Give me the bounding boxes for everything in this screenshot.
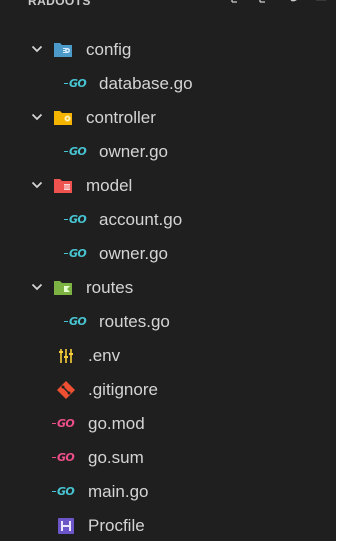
go-file-icon: GO bbox=[64, 312, 94, 332]
folder-config-label: config bbox=[86, 40, 132, 59]
file-label-account-go: account.go bbox=[99, 210, 183, 229]
file-label-routes-go: routes.go bbox=[99, 312, 170, 331]
file-account-go[interactable]: GO account.go bbox=[0, 203, 336, 237]
file-label-procfile: Procfile bbox=[88, 516, 145, 535]
explorer-header: RADOOTS bbox=[0, 0, 336, 13]
git-icon bbox=[57, 381, 75, 399]
file-go-sum[interactable]: GO go.sum bbox=[0, 441, 336, 475]
chevron-down-icon[interactable] bbox=[30, 110, 44, 124]
folder-controller-label: controller bbox=[86, 108, 156, 127]
file-label-database-go: database.go bbox=[99, 74, 193, 93]
file-procfile[interactable]: Procfile bbox=[0, 509, 336, 541]
window-edge bbox=[336, 0, 344, 541]
file-label-main-go: main.go bbox=[88, 482, 149, 501]
folder-routes-label: routes bbox=[86, 278, 134, 297]
file-routes-go[interactable]: GO routes.go bbox=[0, 305, 336, 339]
explorer-section-title: RADOOTS bbox=[28, 0, 91, 8]
folder-routes-icon bbox=[54, 281, 72, 295]
chevron-down-icon[interactable] bbox=[30, 280, 44, 294]
file-owner-go-controller[interactable]: GO owner.go bbox=[0, 135, 336, 169]
procfile-icon bbox=[58, 518, 74, 534]
new-file-icon[interactable] bbox=[230, 0, 244, 3]
go-file-icon: GO bbox=[52, 482, 80, 502]
explorer-actions bbox=[230, 0, 328, 3]
go-sum-icon: GO bbox=[52, 448, 80, 468]
file-go-mod[interactable]: GO go.mod bbox=[0, 407, 336, 441]
file-main-go[interactable]: GO main.go bbox=[0, 475, 336, 509]
folder-controller[interactable]: controller bbox=[0, 101, 336, 135]
go-file-icon: GO bbox=[64, 142, 94, 162]
file-label-gitignore: .gitignore bbox=[88, 380, 158, 399]
collapse-icon[interactable] bbox=[314, 0, 328, 3]
folder-model-label: model bbox=[86, 176, 133, 195]
file-database-go[interactable]: GO database.go bbox=[0, 67, 336, 101]
file-tree: config GO database.go controller GO owne… bbox=[0, 33, 336, 541]
file-label-owner-go: owner.go bbox=[99, 244, 168, 263]
file-label-go-sum: go.sum bbox=[88, 448, 144, 467]
file-explorer-panel: RADOOTS config GO database.go controller… bbox=[0, 0, 336, 541]
go-file-icon: GO bbox=[64, 244, 94, 264]
folder-config-icon bbox=[54, 43, 72, 57]
go-file-icon: GO bbox=[64, 74, 94, 94]
folder-config[interactable]: config bbox=[0, 33, 336, 67]
chevron-down-icon[interactable] bbox=[30, 178, 44, 192]
folder-controller-icon bbox=[54, 111, 72, 125]
folder-routes[interactable]: routes bbox=[0, 271, 336, 305]
file-env[interactable]: .env bbox=[0, 339, 336, 373]
file-label-owner-go: owner.go bbox=[99, 142, 168, 161]
go-file-icon: GO bbox=[64, 210, 94, 230]
file-gitignore[interactable]: .gitignore bbox=[0, 373, 336, 407]
folder-model[interactable]: model bbox=[0, 169, 336, 203]
file-label-go-mod: go.mod bbox=[88, 414, 145, 433]
refresh-icon[interactable] bbox=[286, 0, 300, 3]
new-folder-icon[interactable] bbox=[258, 0, 272, 3]
file-owner-go-model[interactable]: GO owner.go bbox=[0, 237, 336, 271]
folder-model-icon bbox=[54, 179, 72, 193]
file-label-env: .env bbox=[88, 346, 121, 365]
go-mod-icon: GO bbox=[52, 414, 80, 434]
env-sliders-icon bbox=[59, 349, 73, 363]
chevron-down-icon[interactable] bbox=[30, 42, 44, 56]
